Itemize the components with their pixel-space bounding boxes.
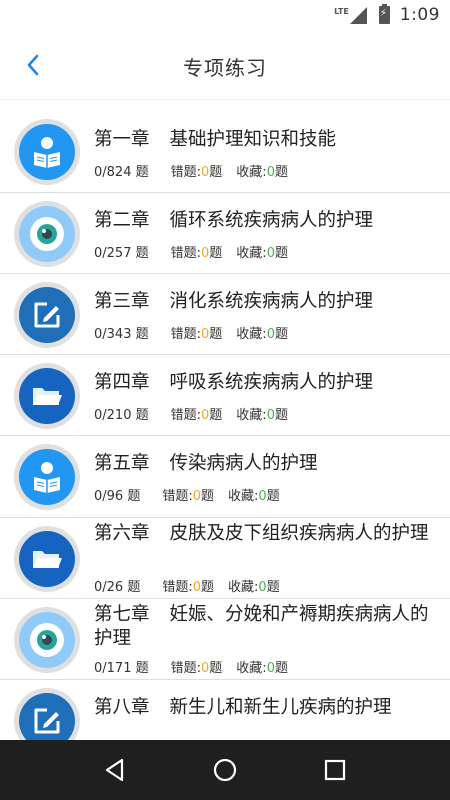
chapter-name: 消化系统疾病病人的护理 [169, 291, 374, 312]
nav-recents-button[interactable] [315, 750, 355, 790]
favorite-count: 收藏:0题 [236, 408, 288, 423]
chapter-row[interactable]: 第三章 消化系统疾病病人的护理 0/343 题 错题:0题 收藏:0题 [0, 274, 450, 355]
progress-count: 0/343 题 [94, 327, 149, 342]
wrong-count: 错题:0题 [170, 165, 223, 180]
wrong-count: 错题:0题 [170, 408, 223, 423]
chapter-row[interactable]: 第一章 基础护理知识和技能 0/824 题 错题:0题 收藏:0题 [0, 111, 450, 193]
chapter-stats: 0/210 题 错题:0题 收藏:0题 [94, 404, 288, 423]
recents-square-icon [324, 759, 346, 781]
nav-back-button[interactable] [95, 750, 135, 790]
chapter-row[interactable]: 第二章 循环系统疾病病人的护理 0/257 题 错题:0题 收藏:0题 [0, 193, 450, 274]
home-circle-icon [213, 758, 237, 782]
chapter-icon-badge [14, 201, 80, 267]
progress-count: 0/171 题 [94, 661, 149, 676]
wrong-count: 错题:0题 [170, 327, 223, 342]
chapter-title: 第四章 呼吸系统疾病病人的护理 [94, 371, 438, 395]
reading-book-icon [19, 124, 75, 180]
reading-book-icon [19, 449, 75, 505]
app-header: 专项练习 [0, 30, 450, 100]
chapter-stats: 0/343 题 错题:0题 收藏:0题 [94, 323, 288, 342]
progress-count: 0/210 题 [94, 408, 149, 423]
chapter-row[interactable]: 第六章 皮肤及皮下组织疾病病人的护理 0/26 题 错题:0题 收藏:0题 [0, 518, 450, 599]
status-bar: LTE 1:09 [0, 0, 450, 30]
chapter-row[interactable]: 第八章 新生儿和新生儿疾病的护理 [0, 680, 450, 740]
chapter-number: 第四章 [94, 372, 150, 393]
chapter-icon-badge [14, 688, 80, 740]
chapter-name: 皮肤及皮下组织疾病病人的护理 [169, 523, 429, 544]
edit-icon [19, 693, 75, 740]
chapter-number: 第八章 [94, 697, 150, 718]
chapter-name: 传染病病人的护理 [169, 453, 318, 474]
chapter-number: 第七章 [94, 604, 150, 625]
chapter-name: 基础护理知识和技能 [169, 129, 337, 150]
system-nav-bar [0, 740, 450, 800]
chapter-number: 第一章 [94, 129, 150, 150]
chapter-row[interactable]: 第四章 呼吸系统疾病病人的护理 0/210 题 错题:0题 收藏:0题 [0, 355, 450, 436]
favorite-count: 收藏:0题 [236, 165, 288, 180]
chapter-title: 第八章 新生儿和新生儿疾病的护理 [94, 696, 438, 720]
battery-icon [378, 4, 390, 24]
chapter-title: 第五章 传染病病人的护理 [94, 452, 438, 476]
page-title: 专项练习 [183, 56, 267, 80]
edit-icon [19, 287, 75, 343]
favorite-count: 收藏:0题 [228, 580, 280, 595]
chapter-name: 循环系统疾病病人的护理 [169, 210, 374, 231]
signal-icon [349, 6, 367, 24]
progress-count: 0/824 题 [94, 165, 149, 180]
wrong-count: 错题:0题 [162, 580, 215, 595]
chapter-row[interactable]: 第五章 传染病病人的护理 0/96 题 错题:0题 收藏:0题 [0, 436, 450, 518]
chapter-title: 第三章 消化系统疾病病人的护理 [94, 290, 438, 314]
network-type: LTE [334, 6, 349, 16]
wrong-count: 错题:0题 [162, 489, 215, 504]
status-icons: LTE 1:09 [334, 4, 440, 26]
chapter-name: 新生儿和新生儿疾病的护理 [169, 697, 392, 718]
chapter-number: 第二章 [94, 210, 150, 231]
chapter-list[interactable]: 第一章 基础护理知识和技能 0/824 题错题:0题 收藏:0题 第二章 循环系统疾病… [0, 111, 450, 740]
chapter-number: 第六章 [94, 523, 150, 544]
chapter-icon-badge [14, 282, 80, 348]
chapter-row[interactable]: 第七章 妊娠、分娩和产褥期疾病病人的护理 0/171 题 错题:0题 收藏:0题 [0, 599, 450, 680]
chapter-stats: 0/257 题 错题:0题 收藏:0题 [94, 242, 288, 261]
chapter-icon-badge [14, 607, 80, 673]
progress-count: 0/257 题 [94, 246, 149, 261]
chapter-title: 第一章 基础护理知识和技能 [94, 128, 438, 152]
chapter-icon-badge [14, 526, 80, 592]
chapter-stats: 0/96 题 错题:0题 收藏:0题 [94, 485, 280, 504]
chapter-stats: 0/824 题 错题:0题 收藏:0题 [94, 161, 288, 180]
chapter-title: 第二章 循环系统疾病病人的护理 [94, 209, 438, 233]
favorite-count: 收藏:0题 [236, 661, 288, 676]
chapter-icon-badge [14, 363, 80, 429]
eye-icon [19, 206, 75, 262]
chapter-icon-badge [14, 444, 80, 510]
clock: 1:09 [399, 5, 440, 25]
chapter-number: 第五章 [94, 453, 150, 474]
nav-home-button[interactable] [205, 750, 245, 790]
chapter-stats: 0/171 题 错题:0题 收藏:0题 [94, 657, 288, 676]
chapter-title: 第七章 妊娠、分娩和产褥期疾病病人的护理 [94, 603, 438, 651]
favorite-count: 收藏:0题 [236, 327, 288, 342]
chapter-number: 第三章 [94, 291, 150, 312]
folder-icon [19, 368, 75, 424]
favorite-count: 收藏:0题 [228, 489, 280, 504]
chapter-stats: 0/26 题 错题:0题 收藏:0题 [94, 576, 280, 595]
chapter-icon-badge [14, 119, 80, 185]
folder-icon [19, 531, 75, 587]
wrong-count: 错题:0题 [170, 661, 223, 676]
chapter-name: 呼吸系统疾病病人的护理 [169, 372, 374, 393]
wrong-count: 错题:0题 [170, 246, 223, 261]
favorite-count: 收藏:0题 [236, 246, 288, 261]
progress-count: 0/26 题 [94, 580, 141, 595]
back-triangle-icon [105, 758, 124, 782]
eye-icon [19, 612, 75, 668]
progress-count: 0/96 题 [94, 489, 141, 504]
chapter-title: 第六章 皮肤及皮下组织疾病病人的护理 [94, 522, 438, 546]
